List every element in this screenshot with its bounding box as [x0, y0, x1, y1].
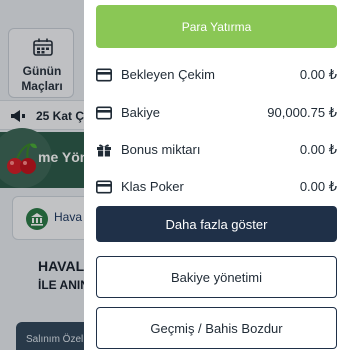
klas-poker-value: 0.00 ₺ [299, 179, 337, 194]
balance-label: Bakiye [121, 105, 161, 120]
card-icon [96, 106, 112, 120]
balance-value: 90,000.75 ₺ [267, 105, 337, 120]
bonus-amount-value: 0.00 ₺ [299, 142, 337, 157]
pending-withdrawal-row: Bekleyen Çekim 0.00 ₺ [96, 65, 337, 85]
card-icon [96, 68, 112, 82]
klas-poker-row: Klas Poker 0.00 ₺ [96, 177, 337, 197]
pending-withdrawal-value: 0.00 ₺ [299, 67, 337, 82]
deposit-button[interactable]: Para Yatırma [96, 5, 337, 48]
show-more-button[interactable]: Daha fazla göster [96, 206, 337, 242]
bonus-amount-row: Bonus miktarı 0.00 ₺ [96, 140, 337, 160]
pending-withdrawal-label: Bekleyen Çekim [121, 67, 215, 82]
klas-poker-label: Klas Poker [121, 179, 184, 194]
card-icon [96, 180, 112, 194]
bonus-amount-label: Bonus miktarı [121, 142, 201, 157]
drawer-backdrop[interactable] [0, 0, 84, 350]
account-drawer: Para Yatırma Bekleyen Çekim 0.00 ₺ Bakiy… [84, 0, 350, 350]
balance-management-button[interactable]: Bakiye yönetimi [96, 256, 337, 298]
balance-row: Bakiye 90,000.75 ₺ [96, 103, 337, 123]
history-cashout-button[interactable]: Geçmiş / Bahis Bozdur [96, 307, 337, 349]
gift-icon [97, 144, 111, 157]
